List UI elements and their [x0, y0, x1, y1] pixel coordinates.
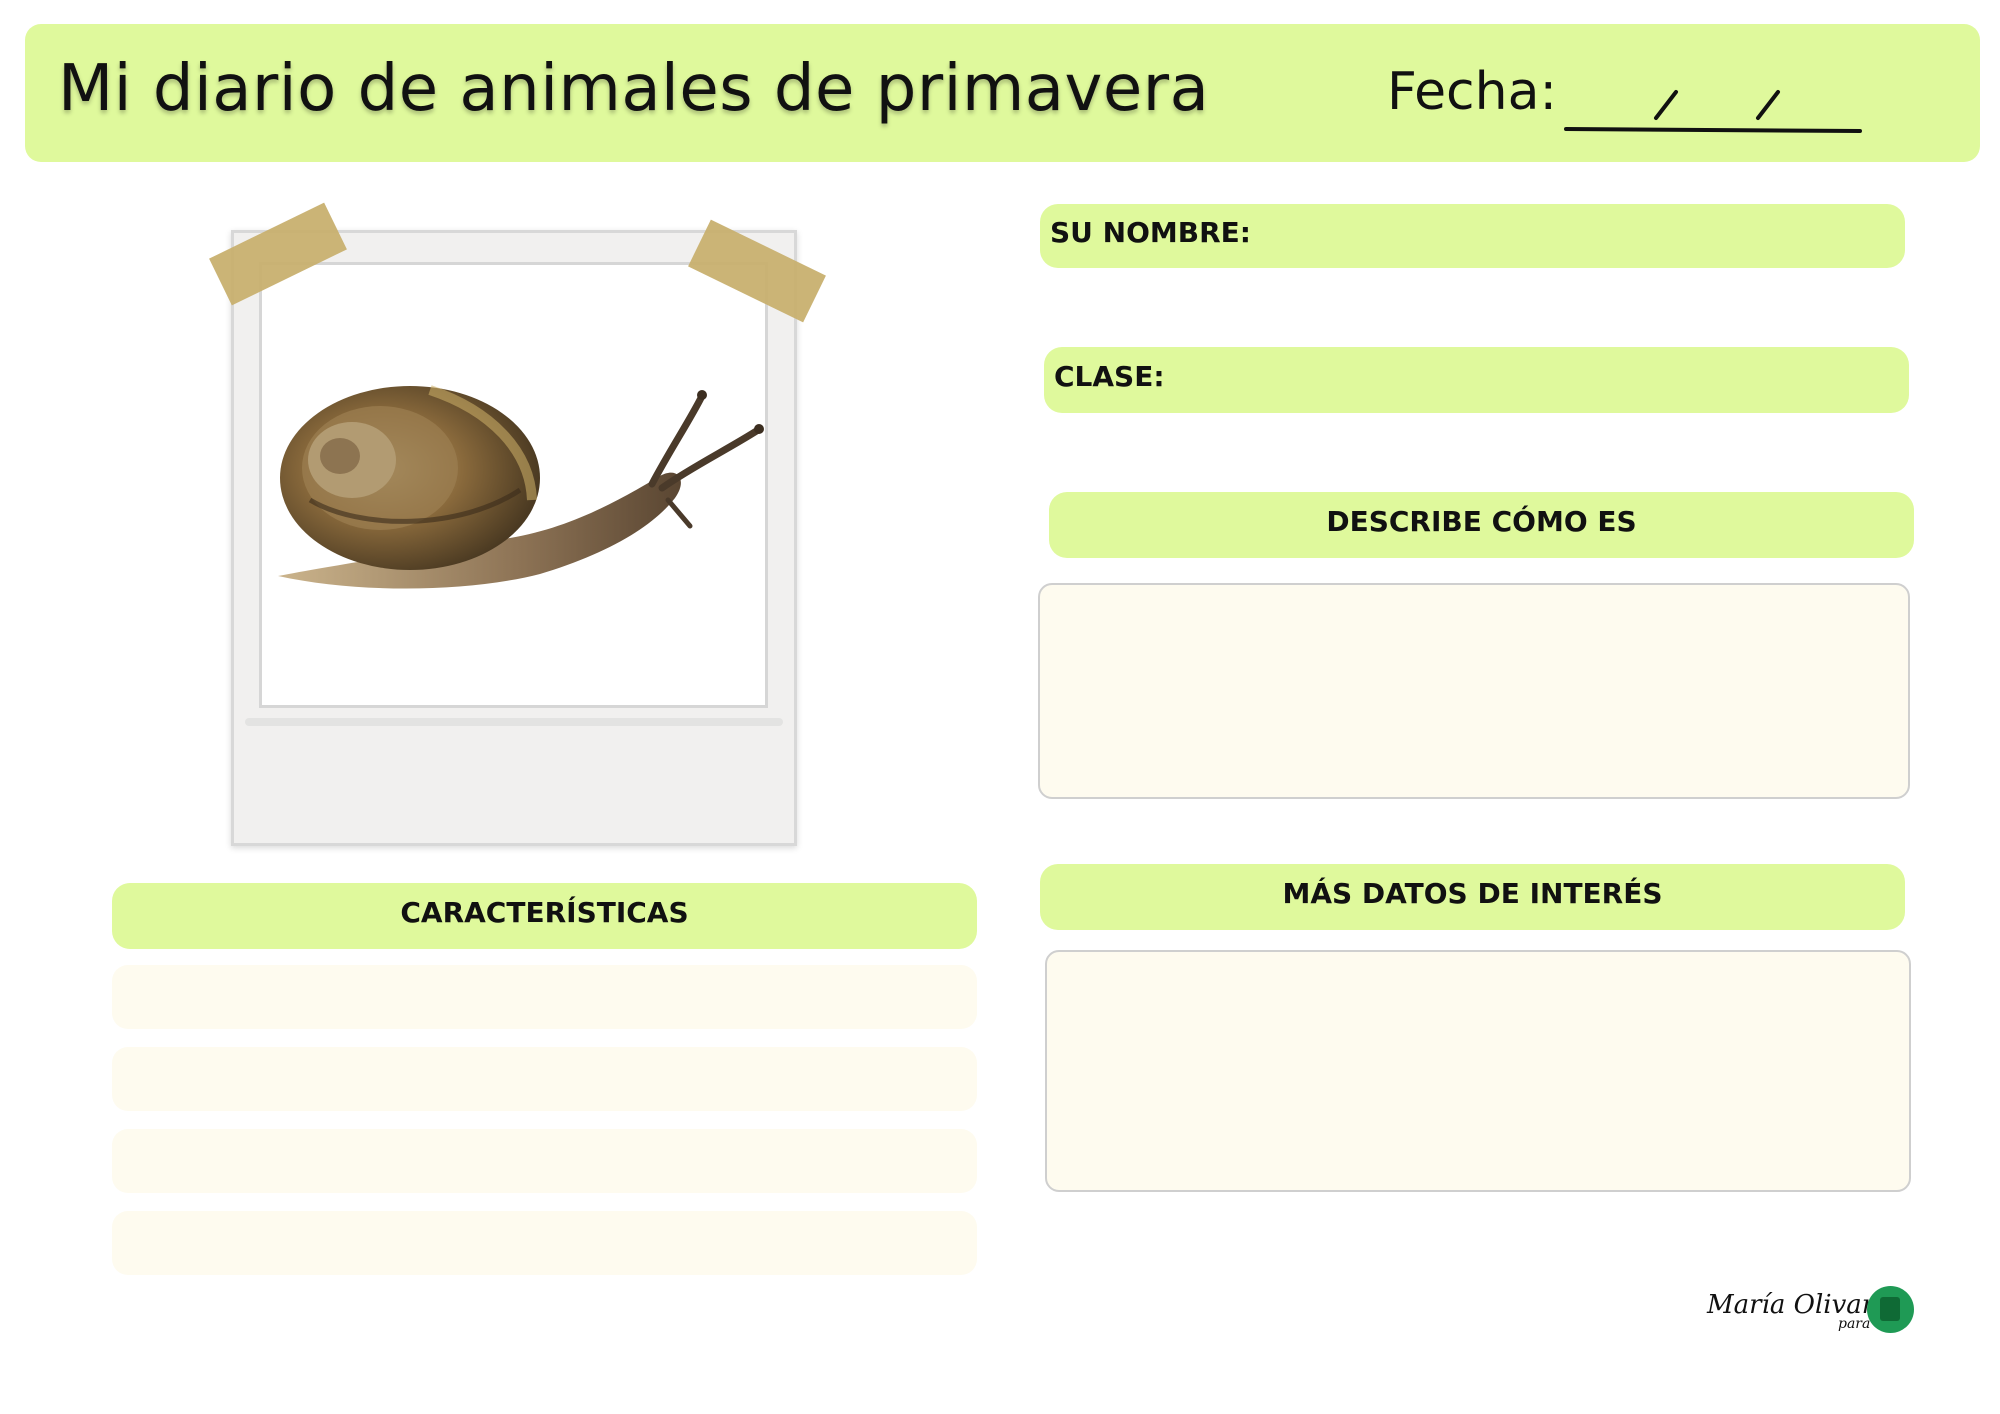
snail-icon	[278, 385, 764, 589]
describe-textbox[interactable]	[1038, 583, 1910, 799]
more-info-textbox[interactable]	[1045, 950, 1911, 1192]
feature-line[interactable]	[112, 1211, 977, 1275]
page-title: Mi diario de animales de primavera	[58, 52, 1210, 126]
feature-line[interactable]	[112, 965, 977, 1029]
logo-mark	[1880, 1297, 1900, 1321]
name-field-label: SU NOMBRE:	[1050, 216, 1251, 249]
date-label: Fecha:	[1387, 62, 1557, 122]
class-field-label: CLASE:	[1054, 360, 1165, 393]
signature-para: para	[1838, 1316, 1871, 1332]
describe-heading: DESCRIBE CÓMO ES	[1326, 505, 1637, 538]
feature-line[interactable]	[112, 1129, 977, 1193]
feature-line[interactable]	[112, 1047, 977, 1111]
date-input[interactable]	[1560, 70, 1870, 140]
class-field[interactable]	[1044, 347, 1909, 413]
features-heading: CARACTERÍSTICAS	[400, 896, 689, 929]
more-info-heading: MÁS DATOS DE INTERÉS	[1282, 877, 1663, 910]
photo-ledge	[245, 718, 783, 726]
